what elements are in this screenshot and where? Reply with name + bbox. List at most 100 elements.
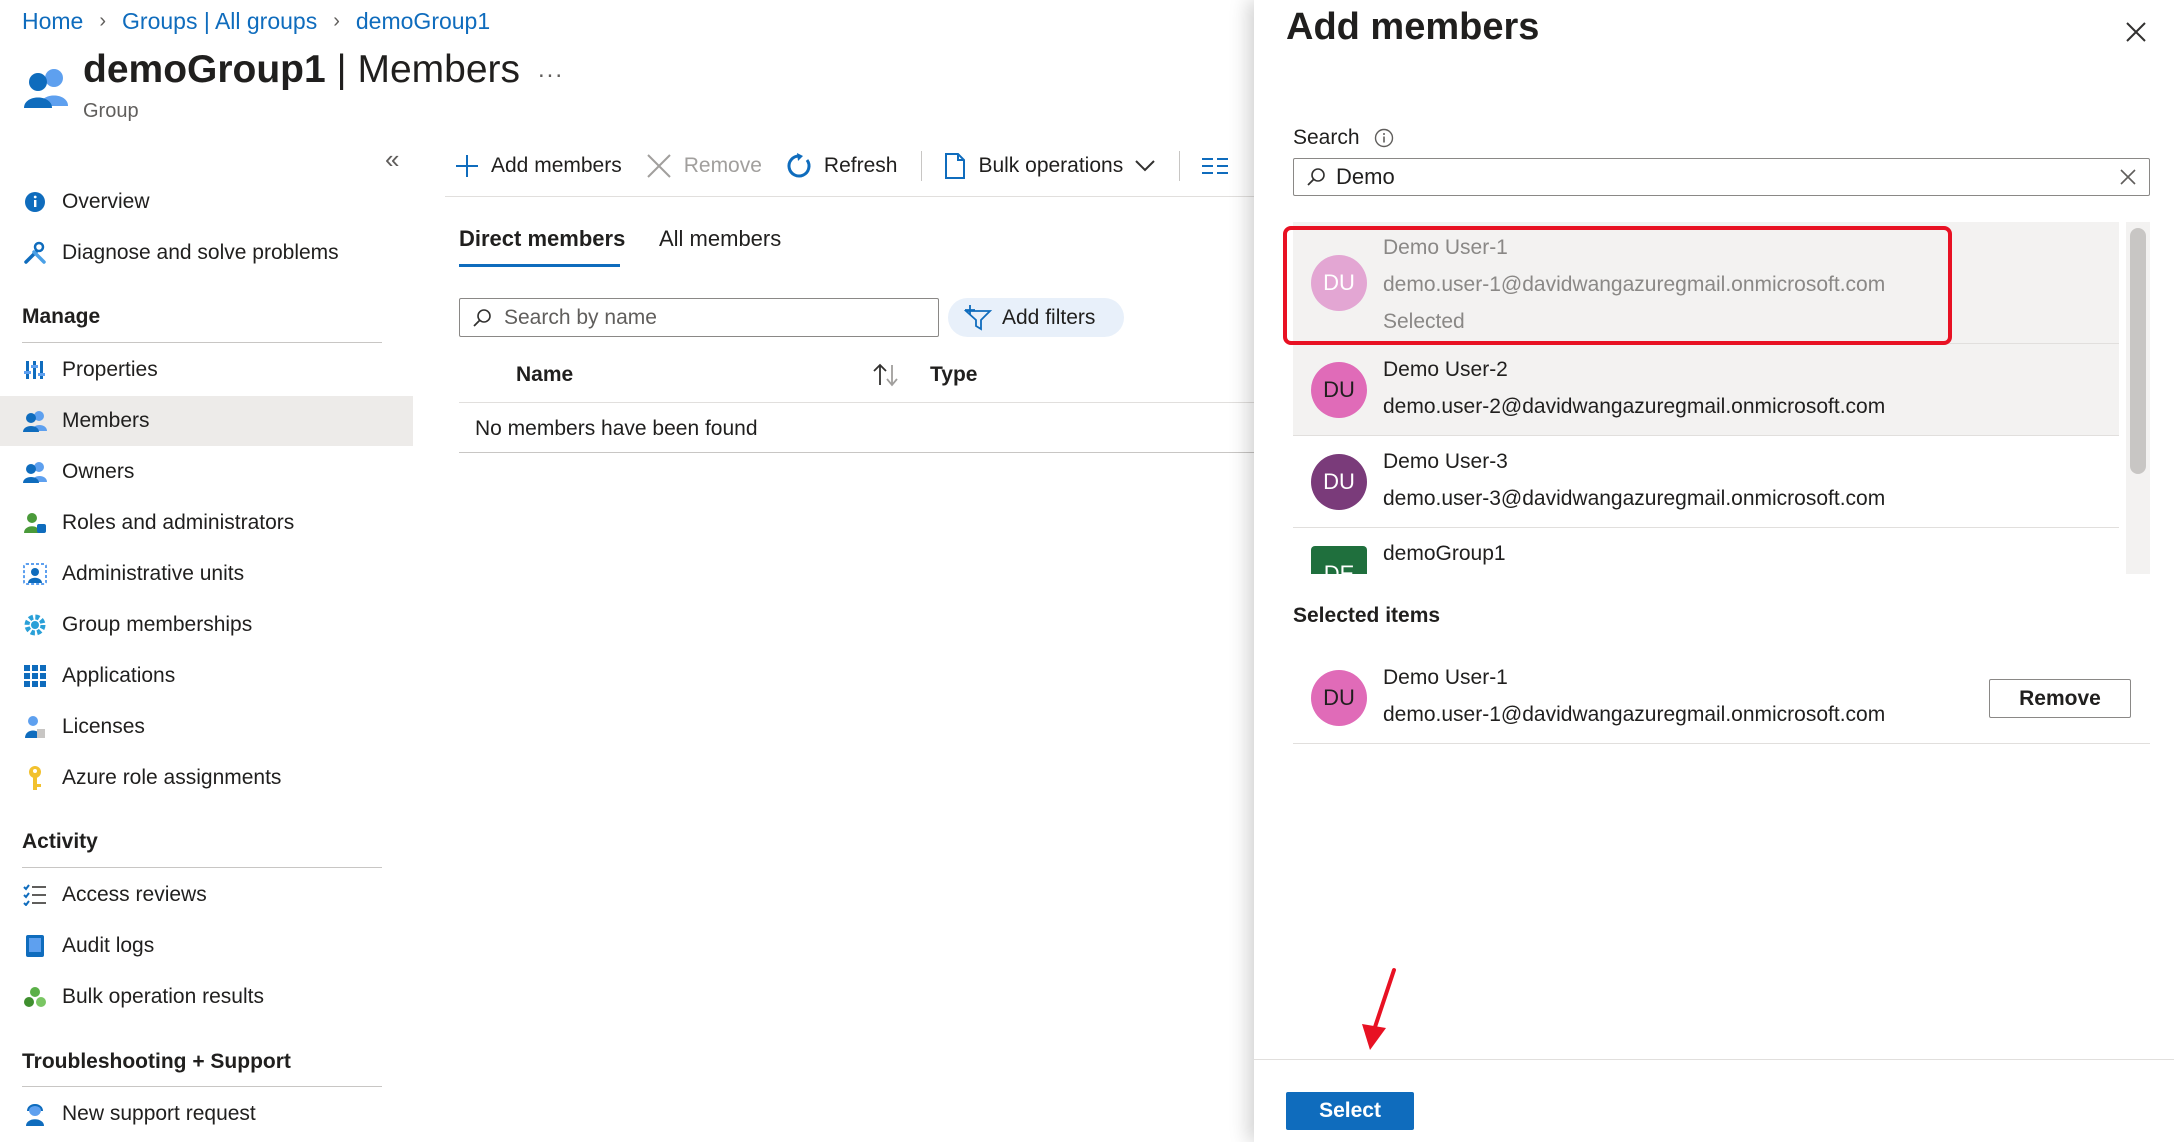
sidebar-item-members[interactable]: Members — [0, 396, 413, 446]
document-icon — [944, 153, 966, 179]
sidebar-item-azure-role-assignments[interactable]: Azure role assignments — [0, 753, 413, 803]
refresh-icon — [786, 153, 812, 179]
divider — [22, 867, 382, 868]
section-activity: Activity — [22, 830, 98, 853]
columns-button[interactable] — [1202, 156, 1230, 176]
panel-title: Add members — [1286, 6, 1540, 48]
sidebar-item-label: Bulk operation results — [62, 985, 264, 1008]
section-support: Troubleshooting + Support — [22, 1050, 291, 1073]
result-item-demogroup1[interactable]: DE demoGroup1 — [1293, 528, 2119, 574]
search-icon — [472, 308, 492, 328]
owners-icon — [22, 459, 48, 485]
sidebar-item-access-reviews[interactable]: Access reviews — [0, 870, 413, 920]
list-view-icon — [1202, 156, 1230, 176]
avatar: DE — [1311, 546, 1367, 574]
column-header-name[interactable]: Name — [516, 363, 573, 387]
sidebar-item-overview[interactable]: Overview — [0, 177, 413, 227]
sidebar-item-label: Group memberships — [62, 613, 253, 636]
sidebar-item-label: Applications — [62, 664, 176, 687]
sidebar-item-licenses[interactable]: Licenses — [0, 702, 413, 752]
arrow-annotation — [1350, 966, 1410, 1056]
divider — [22, 1086, 382, 1087]
result-name: demoGroup1 — [1383, 542, 1506, 565]
refresh-button[interactable]: Refresh — [786, 153, 897, 179]
sidebar-item-properties[interactable]: Properties — [0, 345, 413, 395]
key-icon — [22, 765, 48, 791]
sidebar-item-administrative-units[interactable]: Administrative units — [0, 549, 413, 599]
selected-name: Demo User-1 — [1383, 666, 1508, 689]
license-icon — [22, 714, 48, 740]
highlight-annotation — [1283, 226, 1952, 345]
sort-icon[interactable] — [872, 363, 902, 387]
add-members-button[interactable]: Add members — [455, 154, 622, 178]
chevron-right-icon: › — [99, 9, 107, 32]
result-email: demo.user-2@davidwangazuregmail.onmicros… — [1383, 395, 1886, 418]
sidebar-item-audit-logs[interactable]: Audit logs — [0, 921, 413, 971]
filter-icon — [964, 304, 994, 331]
cluster-icon — [22, 984, 48, 1010]
selected-email: demo.user-1@davidwangazuregmail.onmicros… — [1383, 703, 1886, 726]
breadcrumb-current[interactable]: demoGroup1 — [356, 8, 490, 35]
gear-icon — [22, 612, 48, 638]
sidebar-item-bulk-operation-results[interactable]: Bulk operation results — [0, 972, 413, 1022]
breadcrumb-groups[interactable]: Groups | All groups — [122, 8, 317, 35]
bulk-operations-button[interactable]: Bulk operations — [944, 153, 1155, 179]
sidebar-item-label: New support request — [62, 1102, 256, 1125]
add-filters-button[interactable]: Add filters — [948, 298, 1124, 337]
member-search-input[interactable]: Demo — [1293, 158, 2150, 196]
sidebar-item-label: Properties — [62, 358, 158, 381]
collapse-sidebar-button[interactable]: « — [385, 144, 399, 175]
empty-state-text: No members have been found — [475, 417, 758, 440]
sidebar-item-label: Owners — [62, 460, 135, 483]
clear-search-icon[interactable] — [2119, 168, 2137, 186]
close-icon — [646, 153, 672, 179]
sidebar-item-diagnose[interactable]: Diagnose and solve problems — [0, 228, 413, 278]
divider — [459, 402, 1259, 403]
search-label: Search — [1293, 126, 1394, 150]
roles-icon — [22, 510, 48, 536]
result-email: demo.user-3@davidwangazuregmail.onmicros… — [1383, 487, 1886, 510]
divider — [445, 196, 1255, 197]
sidebar-item-applications[interactable]: Applications — [0, 651, 413, 701]
column-header-type[interactable]: Type — [930, 363, 977, 387]
more-options-button[interactable]: ... — [538, 56, 564, 84]
wrench-icon — [22, 240, 48, 266]
avatar: DU — [1311, 362, 1367, 418]
properties-icon — [22, 357, 48, 383]
result-item-demo-user-3[interactable]: DU Demo User-3 demo.user-3@davidwangazur… — [1293, 436, 2119, 528]
sidebar-item-new-support-request[interactable]: New support request — [0, 1089, 413, 1139]
sidebar-item-label: Overview — [62, 190, 150, 213]
sidebar-item-label: Administrative units — [62, 562, 245, 585]
avatar: DU — [1311, 454, 1367, 510]
tab-direct-members[interactable]: Direct members — [459, 226, 625, 252]
sidebar-item-label: Roles and administrators — [62, 511, 295, 534]
remove-selected-button[interactable]: Remove — [1989, 679, 2131, 718]
toolbar-divider — [1179, 151, 1181, 181]
info-icon — [22, 189, 48, 215]
info-icon[interactable] — [1374, 128, 1394, 148]
sidebar-item-group-memberships[interactable]: Group memberships — [0, 600, 413, 650]
divider — [1254, 1059, 2174, 1060]
sidebar-item-owners[interactable]: Owners — [0, 447, 413, 497]
page-title: demoGroup1 | Members — [83, 48, 521, 91]
section-manage: Manage — [22, 305, 101, 328]
sidebar-item-roles[interactable]: Roles and administrators — [0, 498, 413, 548]
tab-all-members[interactable]: All members — [659, 226, 781, 252]
search-by-name-input[interactable]: Search by name — [459, 298, 939, 337]
result-item-demo-user-2[interactable]: DU Demo User-2 demo.user-2@davidwangazur… — [1293, 344, 2119, 436]
select-button[interactable]: Select — [1286, 1092, 1414, 1130]
scrollbar-thumb[interactable] — [2130, 228, 2146, 474]
book-icon — [22, 933, 48, 959]
breadcrumb-home[interactable]: Home — [22, 8, 83, 35]
chevron-right-icon: › — [333, 9, 340, 32]
members-icon — [22, 408, 48, 434]
selected-items-title: Selected items — [1293, 604, 1441, 627]
support-icon — [22, 1101, 48, 1127]
search-icon — [1306, 167, 1326, 187]
checklist-icon — [22, 882, 48, 908]
result-name: Demo User-2 — [1383, 358, 1508, 381]
remove-button[interactable]: Remove — [646, 153, 762, 179]
close-panel-button[interactable] — [2118, 14, 2154, 50]
toolbar-divider — [921, 151, 923, 181]
grid-icon — [22, 663, 48, 689]
